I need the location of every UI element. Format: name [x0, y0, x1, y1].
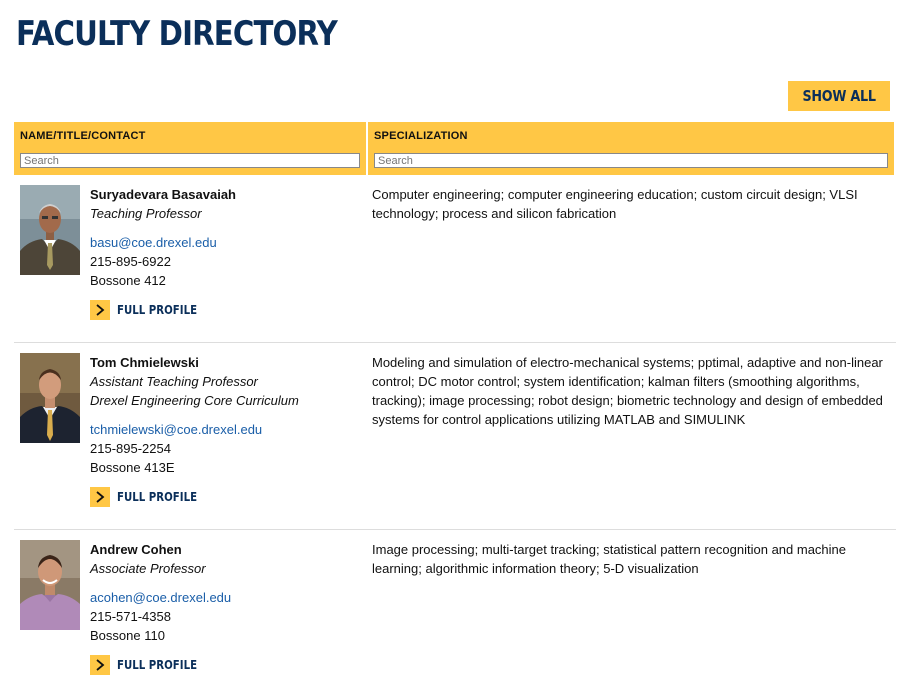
- table-row: Tom Chmielewski Assistant Teaching Profe…: [14, 343, 896, 530]
- faculty-photo: [20, 353, 80, 443]
- column-label-name: NAME/TITLE/CONTACT: [20, 130, 146, 142]
- faculty-email-link[interactable]: basu@coe.drexel.edu: [90, 233, 360, 252]
- faculty-email-link[interactable]: tchmielewski@coe.drexel.edu: [90, 420, 360, 439]
- page-title: Faculty Directory: [16, 14, 338, 54]
- chevron-right-icon: [90, 655, 110, 675]
- faculty-photo: [20, 540, 80, 630]
- full-profile-label: Full Profile: [117, 303, 198, 317]
- full-profile-link[interactable]: Full Profile: [90, 487, 211, 507]
- faculty-specialization: Image processing; multi-target tracking;…: [372, 542, 847, 576]
- chevron-right-icon: [90, 487, 110, 507]
- faculty-email-link[interactable]: acohen@coe.drexel.edu: [90, 588, 360, 607]
- column-header-name: NAME/TITLE/CONTACT: [14, 122, 366, 175]
- specialization-search-input[interactable]: [374, 153, 888, 168]
- faculty-name: Tom Chmielewski: [90, 355, 199, 370]
- faculty-office: Bossone 413E: [90, 460, 175, 475]
- full-profile-label: Full Profile: [117, 658, 198, 672]
- full-profile-label: Full Profile: [117, 490, 198, 504]
- faculty-phone: 215-895-2254: [90, 441, 171, 456]
- column-header-specialization: SPECIALIZATION: [368, 122, 894, 175]
- faculty-specialization: Computer engineering; computer engineeri…: [372, 187, 858, 221]
- show-all-label: Show All: [802, 87, 876, 105]
- faculty-name: Andrew Cohen: [90, 542, 182, 557]
- faculty-list: Suryadevara Basavaiah Teaching Professor…: [14, 175, 896, 680]
- faculty-phone: 215-571-4358: [90, 609, 171, 624]
- table-row: Andrew Cohen Associate Professor acohen@…: [14, 530, 896, 680]
- full-profile-link[interactable]: Full Profile: [90, 300, 211, 320]
- faculty-office: Bossone 412: [90, 273, 166, 288]
- faculty-title: Assistant Teaching Professor: [90, 374, 258, 389]
- table-header: NAME/TITLE/CONTACT SPECIALIZATION: [14, 122, 894, 175]
- faculty-info: Tom Chmielewski Assistant Teaching Profe…: [90, 353, 360, 477]
- faculty-department: Drexel Engineering Core Curriculum: [90, 393, 299, 408]
- show-all-button[interactable]: Show All: [788, 81, 890, 111]
- column-label-specialization: SPECIALIZATION: [374, 130, 468, 142]
- table-row: Suryadevara Basavaiah Teaching Professor…: [14, 175, 896, 343]
- faculty-info: Andrew Cohen Associate Professor acohen@…: [90, 540, 360, 645]
- chevron-right-icon: [90, 300, 110, 320]
- faculty-phone: 215-895-6922: [90, 254, 171, 269]
- faculty-info: Suryadevara Basavaiah Teaching Professor…: [90, 185, 360, 290]
- faculty-specialization: Modeling and simulation of electro-mecha…: [372, 355, 883, 427]
- full-profile-link[interactable]: Full Profile: [90, 655, 211, 675]
- faculty-name: Suryadevara Basavaiah: [90, 187, 236, 202]
- faculty-title: Associate Professor: [90, 561, 206, 576]
- faculty-office: Bossone 110: [90, 628, 165, 643]
- faculty-photo: [20, 185, 80, 275]
- faculty-title: Teaching Professor: [90, 206, 202, 221]
- name-search-input[interactable]: [20, 153, 360, 168]
